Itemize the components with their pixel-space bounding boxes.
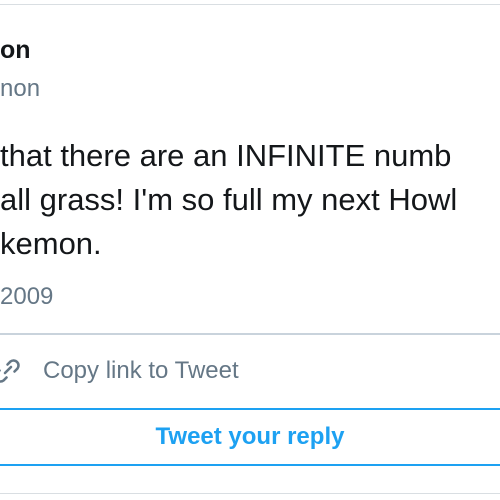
copy-link-label: Copy link to Tweet: [43, 357, 239, 384]
tweet-text: that there are an INFINITE numb all gras…: [0, 134, 500, 266]
link-icon: [0, 359, 20, 383]
tweet-date[interactable]: 2009: [0, 283, 53, 311]
divider: [0, 333, 500, 335]
tweet-text-line: kemon.: [0, 226, 102, 261]
tweet-text-line: all grass! I'm so full my next Howl: [0, 182, 458, 217]
tweet-page: on non that there are an INFINITE numb a…: [0, 0, 500, 500]
author-handle[interactable]: non: [0, 75, 40, 103]
author-name[interactable]: on: [0, 36, 31, 65]
divider: [0, 464, 500, 466]
tweet-your-reply-button[interactable]: Tweet your reply: [0, 410, 500, 464]
tweet-your-reply-label: Tweet your reply: [155, 423, 345, 450]
copy-link-button[interactable]: Copy link to Tweet: [0, 336, 500, 408]
tweet-text-line: that there are an INFINITE numb: [0, 138, 452, 173]
